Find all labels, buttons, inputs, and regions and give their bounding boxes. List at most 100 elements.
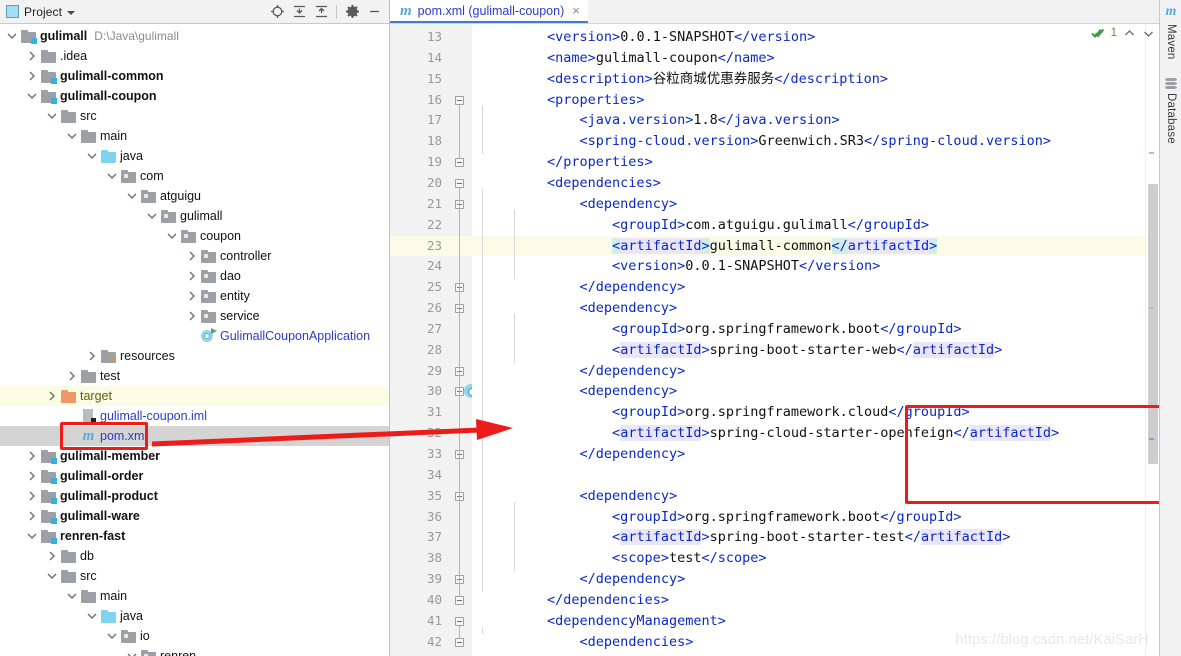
- inspection-widget[interactable]: 1: [1090, 26, 1155, 40]
- fold-toggle-line-41[interactable]: [455, 616, 464, 626]
- code-text[interactable]: <version>0.0.1-SNAPSHOT</version> <name>…: [472, 24, 1145, 656]
- chevron-right-icon[interactable]: [44, 386, 60, 406]
- code-line-34[interactable]: [472, 465, 1145, 486]
- chevron-right-icon[interactable]: [24, 466, 40, 486]
- tree-node-db[interactable]: db: [0, 546, 389, 566]
- code-line-37[interactable]: <artifactId>spring-boot-starter-test</ar…: [472, 527, 1145, 548]
- next-problem-icon[interactable]: [1142, 27, 1155, 40]
- tree-node-gulimall-ware[interactable]: gulimall-ware: [0, 506, 389, 526]
- code-line-40[interactable]: </dependencies>: [472, 590, 1145, 611]
- error-stripe-mark[interactable]: [1149, 152, 1154, 154]
- chevron-right-icon[interactable]: [44, 546, 60, 566]
- tree-node-test[interactable]: test: [0, 366, 389, 386]
- chevron-down-icon[interactable]: [24, 86, 40, 106]
- tree-node-gulimall-coupon[interactable]: gulimall-coupon: [0, 86, 389, 106]
- locate-in-tree-icon[interactable]: [266, 1, 288, 23]
- chevron-right-icon[interactable]: [184, 286, 200, 306]
- chevron-right-icon[interactable]: [24, 46, 40, 66]
- chevron-down-icon[interactable]: [64, 126, 80, 146]
- code-line-42[interactable]: <dependencies>: [472, 632, 1145, 653]
- prev-problem-icon[interactable]: [1123, 27, 1136, 40]
- code-line-14[interactable]: <name>gulimall-coupon</name>: [472, 48, 1145, 69]
- project-tree[interactable]: gulimall D:\Java\gulimall .idea gulimall-co…: [0, 24, 389, 656]
- chevron-down-icon[interactable]: [84, 606, 100, 626]
- chevron-right-icon[interactable]: [184, 246, 200, 266]
- code-line-30[interactable]: <dependency>: [472, 381, 1145, 402]
- code-line-23[interactable]: <artifactId>gulimall-common</artifactId>: [472, 235, 1145, 257]
- tree-node-java[interactable]: java: [0, 606, 389, 626]
- collapse-all-icon[interactable]: [310, 1, 332, 23]
- code-line-19[interactable]: </properties>: [472, 152, 1145, 173]
- code-line-17[interactable]: <java.version>1.8</java.version>: [472, 110, 1145, 131]
- tree-node-idea[interactable]: .idea: [0, 46, 389, 66]
- tree-node-target[interactable]: target: [0, 386, 389, 406]
- code-line-21[interactable]: <dependency>: [472, 194, 1145, 215]
- tree-node-controller[interactable]: controller: [0, 246, 389, 266]
- chevron-down-icon[interactable]: [64, 586, 80, 606]
- fold-toggle-line-42[interactable]: [455, 637, 464, 647]
- tree-node-main[interactable]: main: [0, 126, 389, 146]
- tree-node-java[interactable]: java: [0, 146, 389, 166]
- tree-node-dao[interactable]: dao: [0, 266, 389, 286]
- code-line-24[interactable]: <version>0.0.1-SNAPSHOT</version>: [472, 256, 1145, 277]
- chevron-right-icon[interactable]: [24, 486, 40, 506]
- chevron-down-icon[interactable]: [24, 526, 40, 546]
- chevron-down-icon[interactable]: [4, 26, 20, 46]
- settings-gear-icon[interactable]: [341, 1, 363, 23]
- code-line-22[interactable]: <groupId>com.atguigu.gulimall</groupId>: [472, 215, 1145, 236]
- tree-node-pom-xml[interactable]: m pom.xml: [0, 426, 389, 446]
- chevron-right-icon[interactable]: [24, 66, 40, 86]
- chevron-down-icon[interactable]: [164, 226, 180, 246]
- chevron-right-icon[interactable]: [184, 306, 200, 326]
- code-line-18[interactable]: <spring-cloud.version>Greenwich.SR3</spr…: [472, 131, 1145, 152]
- tree-node-resources[interactable]: resources: [0, 346, 389, 366]
- chevron-right-icon[interactable]: [24, 446, 40, 466]
- chevron-down-icon[interactable]: [104, 166, 120, 186]
- tree-node-entity[interactable]: entity: [0, 286, 389, 306]
- code-line-20[interactable]: <dependencies>: [472, 173, 1145, 194]
- tree-node-gulimall-order[interactable]: gulimall-order: [0, 466, 389, 486]
- expand-all-icon[interactable]: [288, 1, 310, 23]
- fold-toggle-line-20[interactable]: [455, 178, 464, 188]
- code-line-38[interactable]: <scope>test</scope>: [472, 548, 1145, 569]
- chevron-down-icon[interactable]: [144, 206, 160, 226]
- chevron-down-icon[interactable]: [44, 566, 60, 586]
- code-line-29[interactable]: </dependency>: [472, 361, 1145, 382]
- code-line-31[interactable]: <groupId>org.springframework.cloud</grou…: [472, 402, 1145, 423]
- rail-tab-maven[interactable]: m Maven: [1160, 4, 1181, 60]
- chevron-right-icon[interactable]: [84, 346, 100, 366]
- error-stripe-marker-bar[interactable]: [1145, 24, 1159, 656]
- tree-node-gulimall-product[interactable]: gulimall-product: [0, 486, 389, 506]
- chevron-down-icon[interactable]: [104, 626, 120, 646]
- code-line-27[interactable]: <groupId>org.springframework.boot</group…: [472, 319, 1145, 340]
- error-stripe-mark[interactable]: [1149, 307, 1154, 309]
- code-line-15[interactable]: <description>谷粒商城优惠券服务</description>: [472, 69, 1145, 90]
- tree-node-renren[interactable]: renren: [0, 646, 389, 656]
- chevron-down-icon[interactable]: [124, 646, 140, 656]
- tree-node-gulimall[interactable]: gulimall D:\Java\gulimall: [0, 26, 389, 46]
- code-line-36[interactable]: <groupId>org.springframework.boot</group…: [472, 507, 1145, 528]
- code-line-13[interactable]: <version>0.0.1-SNAPSHOT</version>: [472, 27, 1145, 48]
- editor-scrollbar-thumb[interactable]: [1148, 184, 1158, 464]
- tree-node-gulimall-member[interactable]: gulimall-member: [0, 446, 389, 466]
- chevron-down-icon[interactable]: [84, 146, 100, 166]
- code-line-26[interactable]: <dependency>: [472, 298, 1145, 319]
- code-folding-gutter[interactable]: ↑: [450, 24, 480, 656]
- tree-node-atguigu[interactable]: atguigu: [0, 186, 389, 206]
- chevron-right-icon[interactable]: [64, 366, 80, 386]
- tree-node-gulimallcouponapplication[interactable]: GulimallCouponApplication: [0, 326, 389, 346]
- code-line-32[interactable]: <artifactId>spring-cloud-starter-openfei…: [472, 423, 1145, 444]
- error-stripe-mark[interactable]: [1149, 438, 1154, 440]
- tree-node-com[interactable]: com: [0, 166, 389, 186]
- code-line-28[interactable]: <artifactId>spring-boot-starter-web</art…: [472, 340, 1145, 361]
- code-line-35[interactable]: <dependency>: [472, 486, 1145, 507]
- fold-toggle-line-16[interactable]: [455, 95, 464, 105]
- rail-tab-database[interactable]: Database: [1160, 78, 1181, 144]
- project-title-group[interactable]: Project: [6, 5, 76, 19]
- tree-node-src[interactable]: src: [0, 566, 389, 586]
- chevron-down-icon[interactable]: [124, 186, 140, 206]
- code-line-25[interactable]: </dependency>: [472, 277, 1145, 298]
- tree-node-main[interactable]: main: [0, 586, 389, 606]
- close-icon[interactable]: ×: [572, 4, 580, 17]
- tree-node-renren-fast[interactable]: renren-fast: [0, 526, 389, 546]
